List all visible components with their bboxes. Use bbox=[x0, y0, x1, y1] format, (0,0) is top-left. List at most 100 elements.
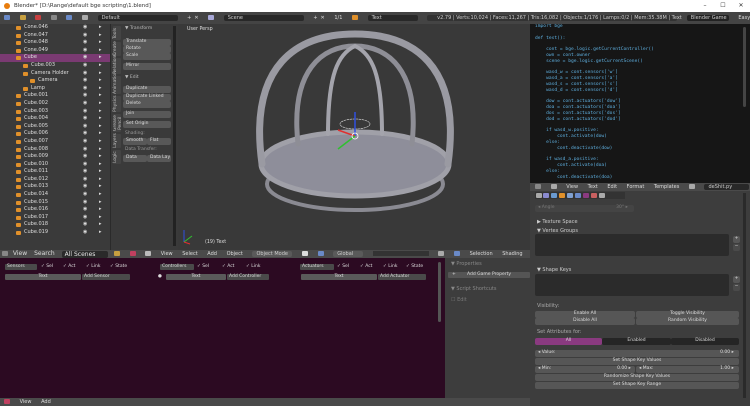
outliner-item[interactable]: Cube.003 ◉ ▸ ▪ bbox=[0, 108, 110, 116]
shape-keys-panel[interactable]: ▼ Shape Keys bbox=[537, 267, 571, 273]
scale-button[interactable]: Scale bbox=[123, 53, 171, 60]
outliner-item[interactable]: Cube.005 ◉ ▸ ▪ bbox=[0, 123, 110, 131]
outliner-item[interactable]: Cube.001 ◉ ▸ ▪ bbox=[0, 92, 110, 100]
properties-panel-header[interactable]: ▼ Properties bbox=[451, 261, 482, 267]
outliner-item[interactable]: Cube.013 ◉ ▸ ▪ bbox=[0, 183, 110, 191]
snap-icon[interactable] bbox=[438, 251, 445, 256]
controllers-filter[interactable]: Controllers bbox=[160, 264, 194, 270]
tab-animation[interactable]: Animation bbox=[113, 71, 121, 94]
text-menu-toggle-icon[interactable] bbox=[550, 184, 557, 189]
text-browse-icon[interactable] bbox=[688, 184, 695, 189]
outliner-item[interactable]: Camera ◉ ▸ ▪ bbox=[0, 77, 110, 85]
actuators-state-checkbox[interactable]: ✓ State bbox=[406, 264, 423, 270]
viewport-add-menu[interactable]: Add bbox=[207, 250, 217, 258]
add-game-property-button[interactable]: + Add Game Property bbox=[448, 272, 530, 278]
outliner-editor-icon[interactable] bbox=[2, 251, 8, 256]
visibility-toggles-icon[interactable]: ◉ ▸ ▪ bbox=[83, 77, 110, 85]
outliner-item[interactable]: Cone.047 ◉ ▸ ▪ bbox=[0, 32, 110, 40]
sensors-link-checkbox[interactable]: ✓ Link bbox=[86, 264, 100, 270]
code-area[interactable]: import bge def test(): cont = bge.logic.g… bbox=[535, 24, 654, 181]
code-line[interactable]: cont.deactivate(doa) bbox=[535, 175, 654, 181]
properties-context-tabs[interactable] bbox=[535, 192, 625, 199]
controller-state-dot-icon[interactable]: ● bbox=[158, 274, 162, 280]
visibility-toggles-icon[interactable]: ◉ ▸ ▪ bbox=[83, 130, 110, 138]
add-scene-button[interactable]: + bbox=[313, 12, 317, 24]
filter-enabled-tab[interactable]: Enabled bbox=[602, 338, 671, 345]
screen-layout-icon[interactable] bbox=[81, 15, 88, 20]
logic-editor-icon[interactable] bbox=[129, 251, 136, 256]
visibility-toggles-icon[interactable]: ◉ ▸ ▪ bbox=[83, 32, 110, 40]
add-controller-dropdown[interactable]: Add Controller bbox=[227, 274, 269, 280]
outliner-item[interactable]: Cube.010 ◉ ▸ ▪ bbox=[0, 161, 110, 169]
set-origin-dropdown[interactable]: Set Origin bbox=[123, 121, 171, 128]
outliner-item[interactable]: Cube ◉ ▸ ▪ bbox=[0, 54, 110, 62]
angle-field-value[interactable]: 30° ▸ bbox=[610, 205, 634, 212]
close-button[interactable]: ✕ bbox=[732, 0, 750, 12]
outliner-item[interactable]: Cube.004 ◉ ▸ ▪ bbox=[0, 115, 110, 123]
translate-button[interactable]: Translate bbox=[123, 39, 171, 46]
render-tab-icon[interactable] bbox=[536, 193, 542, 198]
edit-shortcut-checkbox[interactable]: ☐ Edit bbox=[451, 297, 467, 303]
visibility-toggles-icon[interactable]: ◉ ▸ ▪ bbox=[83, 161, 110, 169]
outliner-display-filter[interactable]: All Scenes bbox=[61, 250, 108, 258]
add-screen-button[interactable]: + bbox=[187, 12, 191, 24]
remove-vertex-group-button[interactable]: − bbox=[733, 244, 740, 251]
visibility-toggles-icon[interactable]: ◉ ▸ ▪ bbox=[83, 199, 110, 207]
script-shortcuts-panel-header[interactable]: ▼ Script Shortcuts bbox=[451, 286, 496, 292]
texture-space-panel[interactable]: ▶ Texture Space bbox=[537, 219, 578, 225]
outliner-item[interactable]: Cube.017 ◉ ▸ ▪ bbox=[0, 214, 110, 222]
visibility-toggles-icon[interactable]: ◉ ▸ ▪ bbox=[83, 92, 110, 100]
visibility-toggles-icon[interactable]: ◉ ▸ ▪ bbox=[83, 183, 110, 191]
scene-selector[interactable]: Scene bbox=[223, 15, 304, 21]
outliner-view-menu[interactable]: View bbox=[13, 250, 27, 258]
properties-scrollbar[interactable] bbox=[743, 193, 746, 398]
outliner-item[interactable]: Cube.019 ◉ ▸ ▪ bbox=[0, 229, 110, 237]
tab-layers[interactable]: Layers bbox=[113, 133, 121, 148]
visibility-toggles-icon[interactable]: ◉ ▸ ▪ bbox=[83, 47, 110, 55]
visibility-toggles-icon[interactable]: ◉ ▸ ▪ bbox=[83, 54, 110, 62]
filter-all-tab[interactable]: All bbox=[535, 338, 602, 345]
outliner-item[interactable]: Cube.012 ◉ ▸ ▪ bbox=[0, 176, 110, 184]
random-visibility-button[interactable]: Random Visibility bbox=[636, 318, 739, 325]
disable-all-button[interactable]: Disable All bbox=[535, 318, 635, 325]
texture-tab-icon[interactable] bbox=[599, 193, 605, 198]
visibility-toggles-icon[interactable]: ◉ ▸ ▪ bbox=[83, 123, 110, 131]
data-button[interactable]: Data bbox=[123, 155, 147, 162]
editor-type-icon[interactable] bbox=[4, 15, 10, 20]
filter-disabled-tab[interactable]: Disabled bbox=[671, 338, 739, 345]
object-tab-icon[interactable] bbox=[559, 193, 565, 198]
max-field-value[interactable]: 1.00 ▸ bbox=[716, 366, 738, 373]
maximize-button[interactable]: ☐ bbox=[714, 0, 732, 12]
text-edit-menu[interactable]: Edit bbox=[607, 183, 617, 191]
viewport-select-menu[interactable]: Select bbox=[182, 250, 197, 258]
actuators-act-checkbox[interactable]: ✓ Act bbox=[360, 264, 372, 270]
pivot-icon[interactable] bbox=[302, 251, 309, 256]
visibility-toggles-icon[interactable]: ◉ ▸ ▪ bbox=[83, 39, 110, 47]
text-editor-type-icon[interactable] bbox=[535, 184, 541, 189]
visibility-toggles-icon[interactable]: ◉ ▸ ▪ bbox=[83, 229, 110, 237]
duplicate-button[interactable]: Duplicate bbox=[123, 86, 171, 93]
visibility-toggles-icon[interactable]: ◉ ▸ ▪ bbox=[83, 168, 110, 176]
logic-add-menu[interactable]: Add bbox=[41, 398, 51, 406]
material-tab-icon[interactable] bbox=[591, 193, 597, 198]
set-shape-key-values-button[interactable]: Set Shape Key Values bbox=[535, 358, 739, 365]
mirror-button[interactable]: Mirror bbox=[123, 63, 171, 70]
actuators-link-checkbox[interactable]: ✓ Link bbox=[383, 264, 397, 270]
remove-screen-button[interactable]: ✕ bbox=[194, 12, 198, 24]
outliner-item[interactable]: Cube.014 ◉ ▸ ▪ bbox=[0, 191, 110, 199]
text-scrollbar[interactable] bbox=[743, 27, 746, 107]
manipulator-icon[interactable] bbox=[317, 251, 324, 256]
visibility-toggles-icon[interactable]: ◉ ▸ ▪ bbox=[83, 62, 110, 70]
screen-selector[interactable]: Default bbox=[97, 15, 178, 21]
outliner-item[interactable]: Cube.009 ◉ ▸ ▪ bbox=[0, 153, 110, 161]
outliner-item[interactable]: Lamp ◉ ▸ ▪ bbox=[0, 85, 110, 93]
data-layout-button[interactable]: Data Lay bbox=[147, 155, 171, 162]
rotate-button[interactable]: Rotate bbox=[123, 46, 171, 53]
viewport-editor-icon[interactable] bbox=[114, 251, 120, 256]
visibility-toggles-icon[interactable]: ◉ ▸ ▪ bbox=[83, 221, 110, 229]
render-engine-select[interactable]: Blender Game bbox=[686, 15, 729, 21]
actuators-filter[interactable]: Actuators bbox=[300, 264, 334, 270]
outliner-item[interactable]: Cube.008 ◉ ▸ ▪ bbox=[0, 146, 110, 154]
mode-selector[interactable]: Object Mode bbox=[252, 251, 293, 257]
value-field-label[interactable]: ◂ Value: bbox=[535, 350, 739, 357]
